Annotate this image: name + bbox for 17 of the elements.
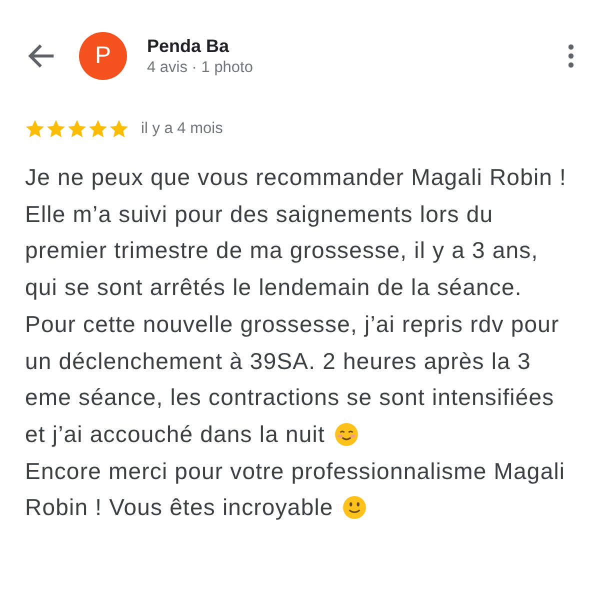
star-icon (25, 119, 45, 139)
star-icon (88, 119, 108, 139)
review-date: il y a 4 mois (141, 120, 223, 138)
smiling-face-icon (342, 495, 368, 520)
avatar: P (79, 32, 127, 80)
user-name: Penda Ba (147, 35, 230, 58)
review-text: et j’ai accouché dans la nuit (25, 420, 325, 449)
user-stats: 4 avis · 1 photo (147, 58, 254, 78)
review-text: Robin ! Vous êtes incroyable (25, 493, 334, 522)
back-icon[interactable] (28, 42, 56, 70)
review-text: Je ne peux que vous recommander Magali Robin ! (25, 163, 568, 192)
review-text: Encore merci pour votre professionnalisme Magali (25, 456, 566, 486)
star-icon (67, 119, 87, 139)
star-icon (109, 119, 129, 139)
more-menu-icon[interactable] (568, 44, 574, 68)
blushing-face-icon (334, 422, 359, 447)
star-icon (46, 119, 66, 139)
